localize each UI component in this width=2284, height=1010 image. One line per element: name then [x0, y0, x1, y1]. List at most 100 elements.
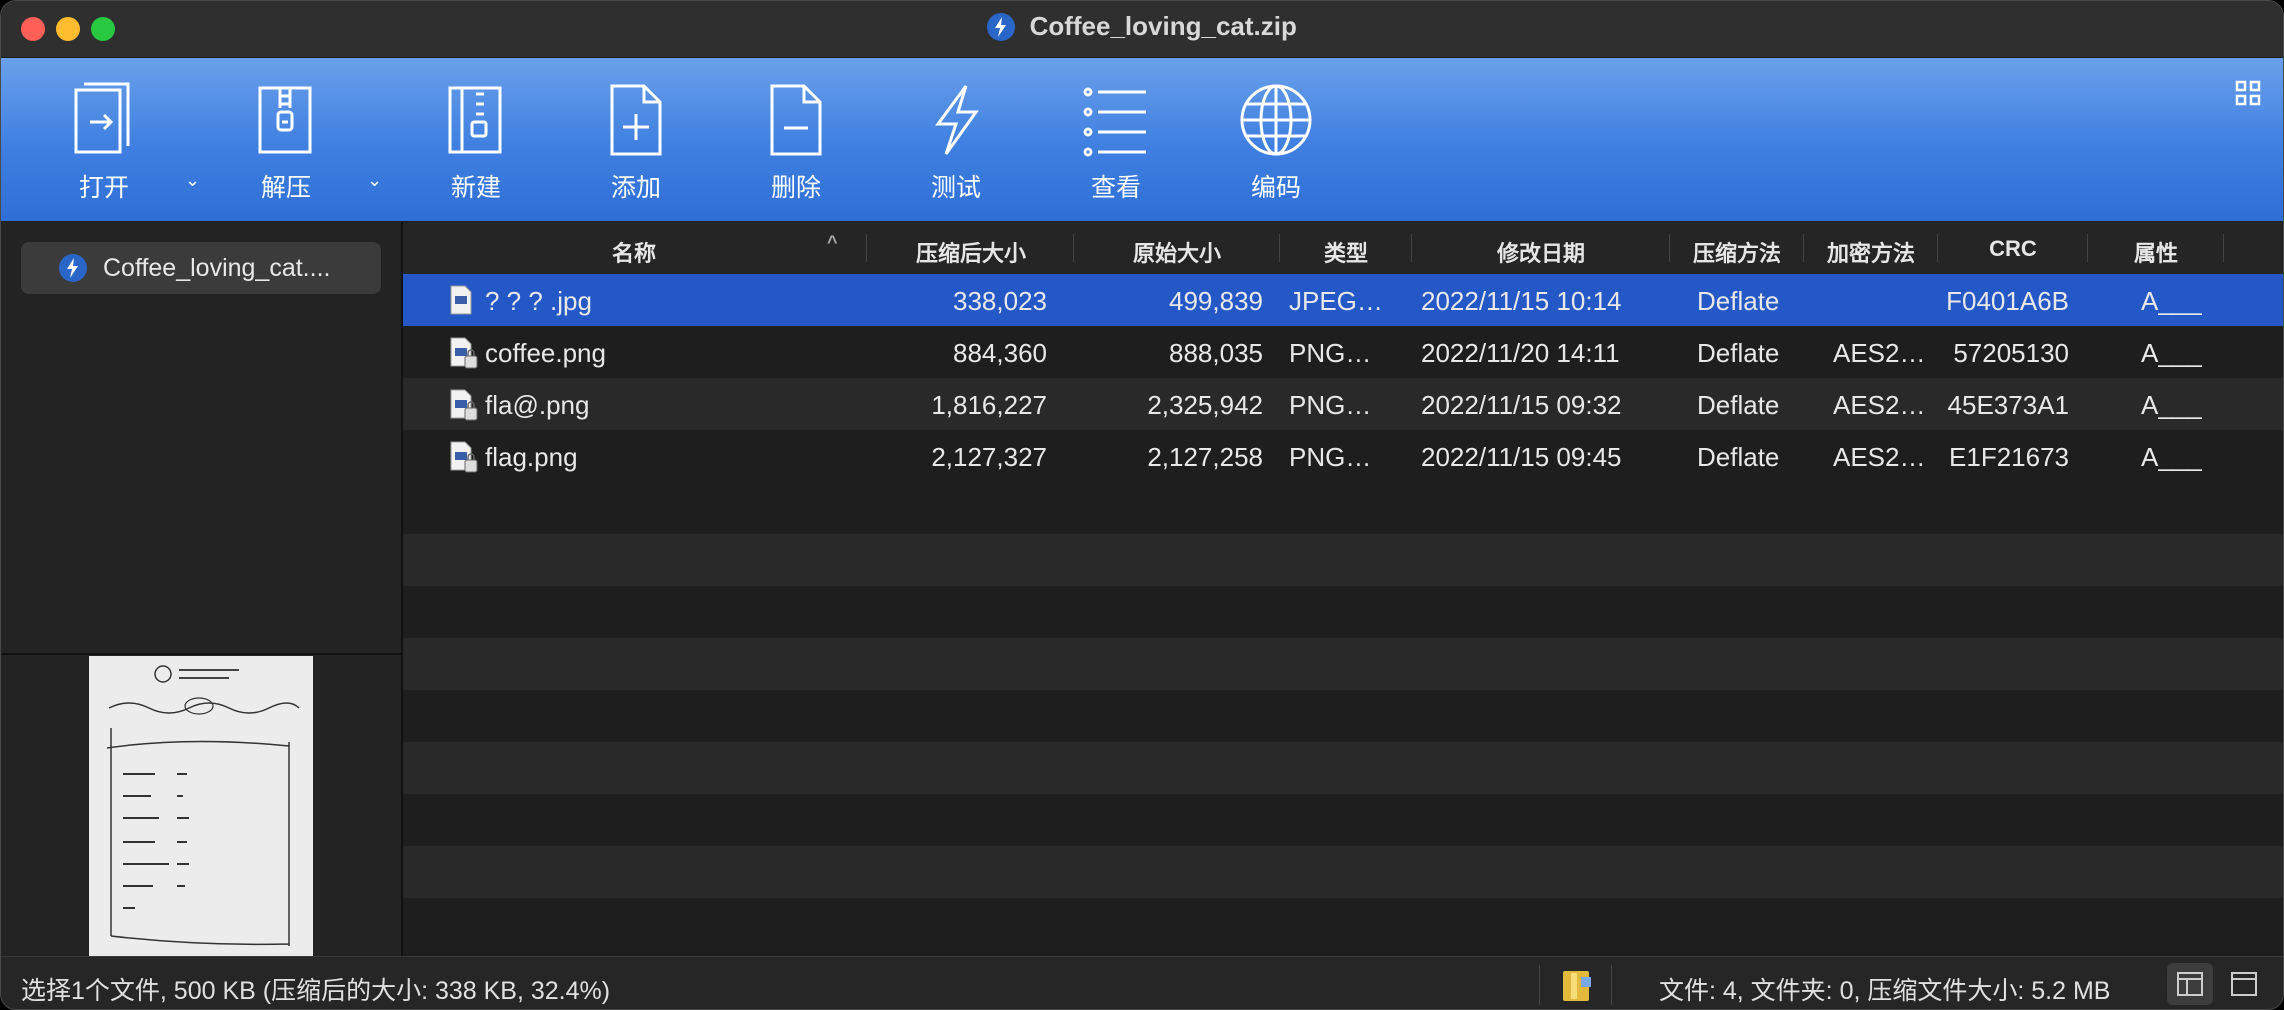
open-label: 打开	[78, 174, 129, 202]
cell-method: Deflate	[1697, 390, 1780, 420]
preview-layout-button[interactable]	[2167, 963, 2213, 1005]
sidebar-item-label: Coffee_loving_cat....	[103, 254, 331, 282]
view-label: 查看	[1090, 174, 1141, 202]
empty-row	[403, 586, 2283, 638]
cell-encryption: AES2…	[1833, 338, 1926, 368]
empty-row	[403, 690, 2283, 742]
cell-packed: 1,816,227	[931, 390, 1047, 420]
locked-file-icon	[450, 389, 478, 421]
preview-layout-icon	[2177, 972, 2203, 996]
delete-label: 删除	[770, 174, 821, 202]
cell-crc: F0401A6B	[1946, 286, 2069, 316]
sidebar: Coffee_loving_cat....	[1, 222, 403, 956]
empty-row	[403, 846, 2283, 898]
archive-app-icon	[987, 12, 1016, 41]
globe-icon	[1240, 84, 1312, 156]
cell-type: PNG…	[1289, 390, 1372, 420]
cell-original: 2,325,942	[1147, 390, 1263, 420]
cell-modified: 2022/11/15 09:32	[1421, 390, 1622, 420]
cell-encryption: AES2…	[1833, 442, 1926, 472]
cell-original: 499,839	[1169, 286, 1263, 316]
column-header-type[interactable]: 类型	[1281, 236, 1411, 268]
cell-method: Deflate	[1697, 338, 1780, 368]
add-button[interactable]: 添加	[571, 82, 701, 204]
archive-app-icon	[59, 254, 87, 282]
cell-attr: A___	[2141, 286, 2202, 316]
cell-modified: 2022/11/15 09:45	[1421, 442, 1622, 472]
file-row[interactable]: coffee.png 884,360 888,035 PNG… 2022/11/20 1…	[403, 326, 2283, 378]
list-layout-icon	[2231, 972, 2257, 996]
new-label: 新建	[450, 174, 501, 202]
app-window: Coffee_loving_cat.zip 打开 ⌄ 解压 ⌄ 新建 添加 删除…	[0, 0, 2284, 1010]
file-icon	[450, 285, 472, 315]
encode-label: 编码	[1250, 174, 1301, 202]
column-header-packed[interactable]: 压缩后大小	[869, 236, 1073, 268]
empty-row	[403, 534, 2283, 586]
file-row[interactable]: flag.png 2,127,327 2,127,258 PNG… 2022/11/15…	[403, 430, 2283, 482]
cell-method: Deflate	[1697, 286, 1780, 316]
lightning-icon	[935, 85, 979, 155]
sort-ascending-icon: ^	[827, 232, 838, 252]
new-button[interactable]: 新建	[411, 82, 541, 204]
new-archive-icon	[448, 86, 502, 154]
toolbar: 打开 ⌄ 解压 ⌄ 新建 添加 删除 测试 查看 编码	[1, 58, 2283, 221]
cell-packed: 884,360	[953, 338, 1047, 368]
cell-encryption: AES2…	[1833, 390, 1926, 420]
cell-name: coffee.png	[485, 338, 606, 368]
status-bar: 选择1个文件, 500 KB (压缩后的大小: 338 KB, 32.4%) 文…	[1, 956, 2283, 1009]
column-header-crc[interactable]: CRC	[1939, 236, 2087, 262]
file-row[interactable]: fla@.png 1,816,227 2,325,942 PNG… 2022/11/15…	[403, 378, 2283, 430]
column-header-name[interactable]: 名称	[403, 236, 865, 268]
sidebar-divider	[1, 653, 401, 655]
delete-file-icon	[770, 84, 822, 156]
open-button[interactable]: 打开	[39, 82, 169, 204]
extract-label: 解压	[260, 174, 311, 202]
open-file-icon	[74, 82, 130, 154]
sidebar-item-archive[interactable]: Coffee_loving_cat....	[21, 242, 381, 294]
column-header-encryption[interactable]: 加密方法	[1805, 236, 1937, 268]
delete-button[interactable]: 删除	[731, 82, 861, 204]
open-dropdown-chevron-icon[interactable]: ⌄	[185, 170, 200, 191]
cell-attr: A___	[2141, 390, 2202, 420]
extract-button[interactable]: 解压	[221, 82, 351, 204]
list-layout-button[interactable]	[2221, 963, 2267, 1005]
cell-original: 2,127,258	[1147, 442, 1263, 472]
cell-original: 888,035	[1169, 338, 1263, 368]
grid-layout-icon[interactable]	[2235, 80, 2261, 106]
cell-name: fla@.png	[485, 390, 590, 420]
cell-type: PNG…	[1289, 338, 1372, 368]
file-list: 名称 ^ 压缩后大小 原始大小 类型 修改日期 压缩方法 加密方法 CRC 属性…	[403, 222, 2283, 956]
test-label: 测试	[930, 174, 981, 202]
test-button[interactable]: 测试	[891, 82, 1021, 204]
encode-button[interactable]: 编码	[1211, 82, 1341, 204]
add-file-icon	[610, 84, 662, 156]
cell-modified: 2022/11/15 10:14	[1421, 286, 1622, 316]
add-label: 添加	[610, 174, 661, 202]
locked-file-icon	[450, 337, 478, 369]
list-icon	[1083, 87, 1146, 157]
view-button[interactable]: 查看	[1051, 82, 1181, 204]
cell-packed: 2,127,327	[931, 442, 1047, 472]
archive-summary: 文件: 4, 文件夹: 0, 压缩文件大小: 5.2 MB	[1659, 977, 2111, 1005]
cell-method: Deflate	[1697, 442, 1780, 472]
zipper-icon	[258, 86, 312, 154]
window-title: Coffee_loving_cat.zip	[1029, 11, 1297, 41]
empty-row	[403, 794, 2283, 846]
cell-crc: 45E373A1	[1947, 390, 2069, 420]
empty-row	[403, 742, 2283, 794]
archive-folder-icon	[1563, 971, 1591, 1001]
column-header-original[interactable]: 原始大小	[1075, 236, 1279, 268]
cell-type: PNG…	[1289, 442, 1372, 472]
file-list-header: 名称 ^ 压缩后大小 原始大小 类型 修改日期 压缩方法 加密方法 CRC 属性	[403, 222, 2283, 275]
file-row[interactable]: ? ? ? .jpg 338,023 499,839 JPEG… 2022/11/15 …	[403, 274, 2283, 326]
cell-modified: 2022/11/20 14:11	[1421, 338, 1620, 368]
cell-packed: 338,023	[953, 286, 1047, 316]
column-header-modified[interactable]: 修改日期	[1413, 236, 1669, 268]
cell-attr: A___	[2141, 442, 2202, 472]
extract-dropdown-chevron-icon[interactable]: ⌄	[367, 170, 382, 191]
empty-row	[403, 898, 2283, 950]
column-header-attributes[interactable]: 属性	[2089, 236, 2223, 268]
locked-file-icon	[450, 441, 478, 473]
column-header-method[interactable]: 压缩方法	[1671, 236, 1803, 268]
title-bar: Coffee_loving_cat.zip	[1, 1, 2283, 58]
